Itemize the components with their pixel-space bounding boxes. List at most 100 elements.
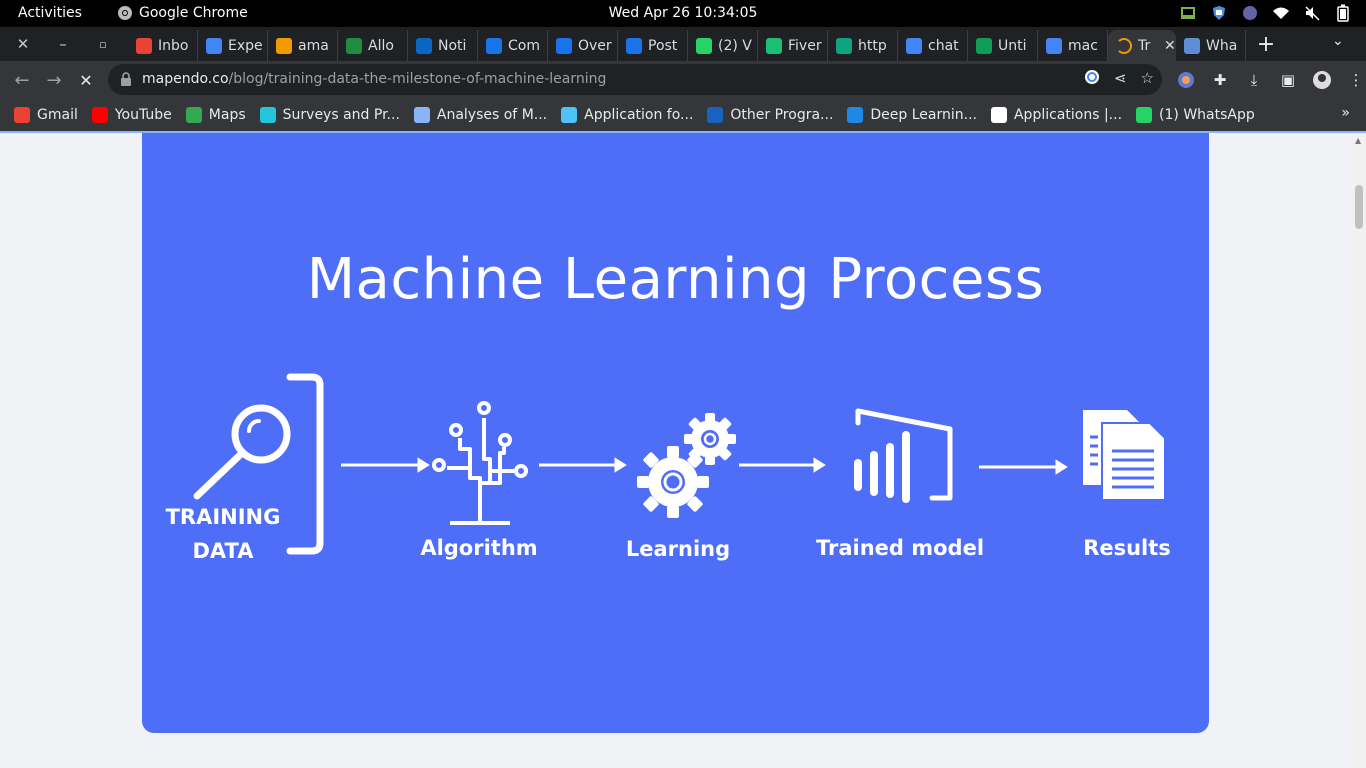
- minimize-window-icon[interactable]: –: [43, 27, 83, 61]
- hero-banner-image: Machine Learning Process TRAINING DATA A…: [142, 133, 1209, 733]
- tab-title: Noti: [438, 37, 467, 54]
- system-tray[interactable]: [1179, 4, 1352, 22]
- bookmark-4[interactable]: Analyses of M...: [413, 106, 547, 123]
- extensions-puzzle-icon[interactable]: ✚: [1210, 70, 1230, 90]
- fiverr-icon: [766, 37, 782, 54]
- tab-title: Tr: [1138, 37, 1151, 54]
- forward-button[interactable]: →: [41, 67, 67, 93]
- step-label-learning: Learning: [625, 537, 731, 561]
- whatsapp-icon: [1136, 106, 1153, 123]
- tab-6[interactable]: Over: [548, 30, 618, 61]
- teams-icon[interactable]: [1241, 4, 1259, 22]
- play-icon: [556, 37, 572, 54]
- gear-dots-icon: [206, 37, 222, 54]
- bookmark-6[interactable]: Other Progra...: [707, 106, 834, 123]
- tab-title: Over: [578, 37, 612, 54]
- url-text[interactable]: mapendo.co/blog/training-data-the-milest…: [142, 71, 606, 87]
- profile-avatar-icon[interactable]: [1312, 70, 1332, 90]
- menu-kebab-icon[interactable]: ⋮: [1346, 70, 1366, 90]
- whatsapp-icon: [696, 37, 712, 54]
- maps-icon: [185, 106, 202, 123]
- bookmark-label: Maps: [208, 106, 246, 123]
- linkedin-icon: [416, 37, 432, 54]
- compass-icon: [413, 106, 430, 123]
- wifi-icon[interactable]: [1272, 4, 1290, 22]
- bookmark-2[interactable]: Maps: [185, 106, 246, 123]
- gmail-icon: [136, 37, 152, 54]
- monitor-icon[interactable]: [1179, 4, 1197, 22]
- arrow-4: [979, 459, 1068, 475]
- share-icon[interactable]: ⋖: [1114, 69, 1127, 89]
- bookmark-label: Application fo...: [584, 106, 694, 123]
- tab-title: chat: [928, 37, 959, 54]
- tab-11[interactable]: chat: [898, 30, 968, 61]
- tab-7[interactable]: Post: [618, 30, 688, 61]
- tab-8[interactable]: (2) V: [688, 30, 758, 61]
- tab-4[interactable]: Noti: [408, 30, 478, 61]
- scrollbar-thumb[interactable]: [1355, 185, 1363, 229]
- bookmarks-overflow-button[interactable]: »: [1341, 105, 1350, 121]
- bookmark-7[interactable]: Deep Learnin...: [847, 106, 977, 123]
- bookmark-8[interactable]: Applications |...: [990, 106, 1122, 123]
- maximize-window-icon[interactable]: ▫: [83, 27, 123, 61]
- activities-button[interactable]: Activities: [18, 5, 82, 21]
- play-icon: [626, 37, 642, 54]
- tab-14[interactable]: Tr ✕: [1108, 30, 1176, 61]
- process-diagram: [193, 373, 1166, 555]
- amazon-icon: [990, 106, 1007, 123]
- bookmark-0[interactable]: Gmail: [14, 106, 78, 123]
- tab-12[interactable]: Unti: [968, 30, 1038, 61]
- lock-icon[interactable]: [120, 72, 132, 86]
- bar-chart-icon: [854, 408, 953, 503]
- youtube-icon: [91, 106, 108, 123]
- close-window-icon[interactable]: ✕: [3, 27, 43, 61]
- tab-9[interactable]: Fiver: [758, 30, 828, 61]
- scroll-up-icon[interactable]: ▲: [1355, 136, 1361, 145]
- tab-list: Inbo Expe ama Allo Noti Com Over Post (2) V Fiver…: [128, 30, 1246, 61]
- web-page: Machine Learning Process TRAINING DATA A…: [0, 133, 1352, 768]
- tab-title: Unti: [998, 37, 1027, 54]
- mute-icon[interactable]: [1303, 4, 1321, 22]
- infinity-icon: [276, 37, 292, 54]
- tab-search-icon[interactable]: ⌄: [1332, 33, 1344, 49]
- bookmark-5[interactable]: Application fo...: [561, 106, 694, 123]
- tab-1[interactable]: Expe: [198, 30, 268, 61]
- tab-5[interactable]: Com: [478, 30, 548, 61]
- app-menu[interactable]: Google Chrome: [117, 5, 248, 21]
- chat-icon: [346, 37, 362, 54]
- tab-title: (2) V: [718, 37, 752, 54]
- bookmark-label: Gmail: [37, 106, 78, 123]
- stop-loading-button[interactable]: ✕: [73, 67, 99, 93]
- openai-icon: [836, 37, 852, 54]
- bookmark-label: Other Progra...: [730, 106, 834, 123]
- flag-icon: [707, 106, 724, 123]
- bookmark-3[interactable]: Surveys and Pr...: [259, 106, 400, 123]
- tab-2[interactable]: ama: [268, 30, 338, 61]
- tab-13[interactable]: mac: [1038, 30, 1108, 61]
- tab-title: Inbo: [158, 37, 189, 54]
- browser-toolbar: ← → ✕ mapendo.co/blog/training-data-the-…: [0, 61, 1366, 98]
- address-bar[interactable]: mapendo.co/blog/training-data-the-milest…: [108, 64, 1162, 95]
- bookmark-star-icon[interactable]: ☆: [1141, 69, 1154, 89]
- bookmark-label: (1) WhatsApp: [1159, 106, 1255, 123]
- extensions-area: ✚ ⤓ ▣ ⋮: [1176, 69, 1366, 91]
- page-scrollbar[interactable]: ▲: [1352, 133, 1366, 768]
- extension-avatar-icon[interactable]: [1176, 70, 1196, 90]
- circle-icon: [561, 106, 578, 123]
- bookmark-1[interactable]: YouTube: [91, 106, 172, 123]
- battery-icon[interactable]: [1334, 4, 1352, 22]
- arrow-2: [539, 457, 627, 473]
- tab-3[interactable]: Allo: [338, 30, 408, 61]
- google-lens-icon[interactable]: [1084, 69, 1100, 89]
- app-name: Google Chrome: [139, 5, 248, 21]
- bookmark-9[interactable]: (1) WhatsApp: [1136, 106, 1255, 123]
- tab-0[interactable]: Inbo: [128, 30, 198, 61]
- back-button[interactable]: ←: [9, 67, 35, 93]
- tab-close-icon[interactable]: ✕: [1164, 38, 1176, 54]
- download-icon[interactable]: ⤓: [1244, 70, 1264, 90]
- side-panel-icon[interactable]: ▣: [1278, 70, 1298, 90]
- new-tab-button[interactable]: +: [1254, 31, 1278, 57]
- shield-icon[interactable]: [1210, 4, 1228, 22]
- tab-10[interactable]: http: [828, 30, 898, 61]
- tab-15[interactable]: Wha: [1176, 30, 1246, 61]
